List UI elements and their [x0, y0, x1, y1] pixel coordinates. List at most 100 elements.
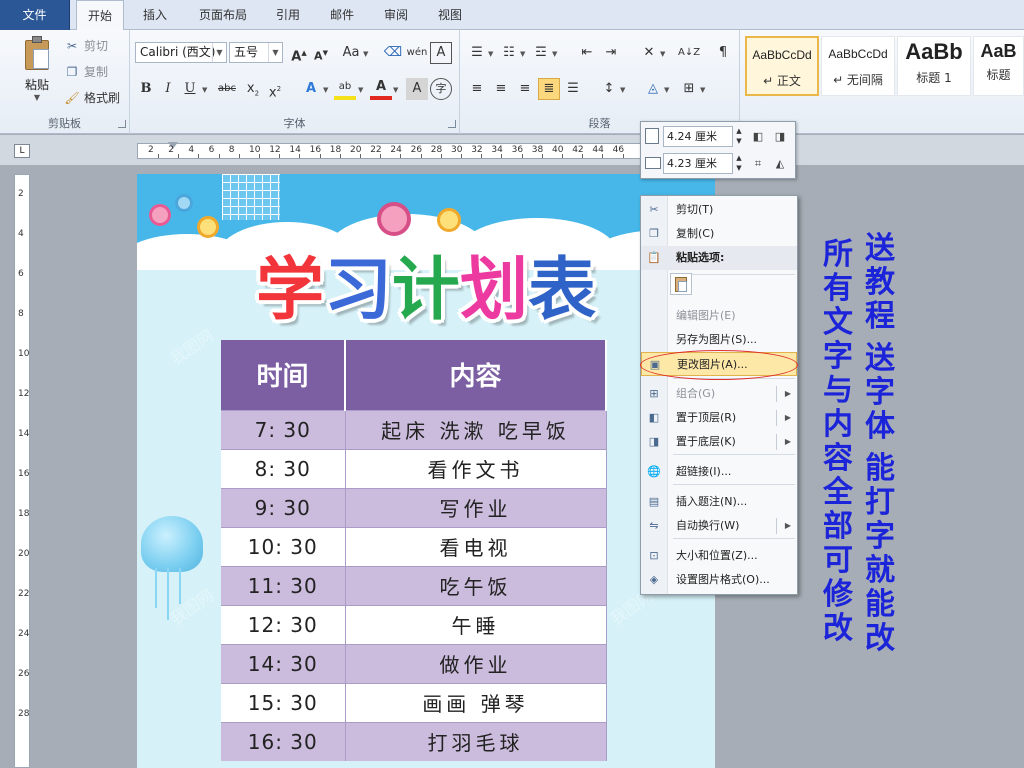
- menu-item[interactable]: ✂ 剪切(T): [641, 198, 797, 222]
- time-cell[interactable]: 10: 30: [221, 526, 346, 566]
- font-name-dropdown-icon[interactable]: ▼: [212, 43, 226, 62]
- shading-icon[interactable]: ◬: [642, 78, 664, 100]
- borders-dropdown-icon[interactable]: ▼: [700, 86, 705, 94]
- shape-width-field[interactable]: 4.23 厘米: [663, 153, 733, 174]
- tab-home[interactable]: 开始: [76, 0, 124, 31]
- font-color-icon[interactable]: A: [370, 78, 392, 100]
- clipboard-dialog-launcher-icon[interactable]: [118, 120, 126, 128]
- content-cell[interactable]: 做作业: [345, 643, 607, 683]
- menu-item[interactable]: ◨ 置于底层(K) ▶: [641, 430, 797, 454]
- time-cell[interactable]: 16: 30: [221, 721, 346, 761]
- character-border-icon[interactable]: A: [430, 42, 452, 64]
- cut-button[interactable]: ✂ 剪切: [64, 36, 108, 56]
- highlight-icon[interactable]: ab: [334, 78, 356, 100]
- tab-selector-button[interactable]: L: [14, 144, 30, 158]
- font-size-field[interactable]: 五号 ▼: [229, 42, 283, 63]
- time-cell[interactable]: 15: 30: [221, 682, 346, 722]
- copy-button[interactable]: ❐ 复制: [64, 62, 108, 82]
- format-painter-button[interactable]: 🖌 格式刷: [64, 88, 120, 108]
- change-case-button[interactable]: Aa: [340, 42, 362, 64]
- paste-dropdown-icon[interactable]: ▼: [14, 93, 60, 102]
- change-case-dropdown-icon[interactable]: ▼: [363, 50, 368, 58]
- bullets-dropdown-icon[interactable]: ▼: [488, 50, 493, 58]
- tab-view[interactable]: 视图: [428, 0, 472, 30]
- shape-height-field[interactable]: 4.24 厘米: [663, 126, 733, 147]
- time-cell[interactable]: 7: 30: [221, 409, 346, 449]
- table-row[interactable]: 11: 30 吃午饭: [221, 565, 607, 605]
- style-normal[interactable]: AaBbCcDd ↵ 正文: [745, 36, 819, 96]
- bring-forward-icon[interactable]: ◧: [749, 128, 767, 146]
- time-cell[interactable]: 11: 30: [221, 565, 346, 605]
- align-left-icon[interactable]: ≡: [466, 78, 488, 100]
- shading-dropdown-icon[interactable]: ▼: [664, 86, 669, 94]
- align-center-icon[interactable]: ≡: [490, 78, 512, 100]
- distributed-icon[interactable]: ☰: [562, 78, 584, 100]
- font-dialog-launcher-icon[interactable]: [448, 120, 456, 128]
- menu-item[interactable]: 编辑图片(E): [641, 304, 797, 328]
- line-spacing-dropdown-icon[interactable]: ▼: [620, 86, 625, 94]
- horizontal-ruler[interactable]: 2 2 4 6 8 10 12 14 16 18 20 22 24 26 28 30 32 34 36 38 40 42 4…: [137, 142, 645, 159]
- menu-item[interactable]: ⊞ 组合(G) ▶: [641, 382, 797, 406]
- menu-item[interactable]: ❐ 复制(C): [641, 222, 797, 246]
- chinese-layout-icon[interactable]: ✕: [638, 42, 660, 64]
- send-backward-icon[interactable]: ◨: [771, 128, 789, 146]
- crop-icon[interactable]: ⌗: [749, 155, 767, 173]
- italic-button[interactable]: I: [157, 78, 179, 100]
- enclose-characters-icon[interactable]: 字: [430, 78, 452, 100]
- align-right-icon[interactable]: ≡: [514, 78, 536, 100]
- study-plan-table[interactable]: 时间 内容 7: 30 起床 洗漱 吃早饭 8: 30 看作文书 9: 30 写作业 …: [221, 340, 607, 761]
- subscript-button[interactable]: x2: [242, 78, 264, 100]
- table-row[interactable]: 16: 30 打羽毛球: [221, 721, 607, 761]
- time-cell[interactable]: 14: 30: [221, 643, 346, 683]
- grow-font-button[interactable]: A▲: [288, 42, 310, 64]
- font-size-dropdown-icon[interactable]: ▼: [268, 43, 282, 62]
- tab-mailings[interactable]: 邮件: [320, 0, 364, 30]
- numbering-dropdown-icon[interactable]: ▼: [520, 50, 525, 58]
- bold-button[interactable]: B: [135, 78, 157, 100]
- sort-icon[interactable]: A↓Z: [678, 42, 700, 64]
- content-cell[interactable]: 画画 弹琴: [345, 682, 607, 722]
- borders-icon[interactable]: ⊞: [678, 78, 700, 100]
- content-cell[interactable]: 打羽毛球: [345, 721, 607, 761]
- tab-file[interactable]: 文件: [0, 0, 70, 30]
- width-spinner[interactable]: ▲ ▼: [734, 153, 744, 174]
- line-spacing-icon[interactable]: ↕: [598, 78, 620, 100]
- phonetic-guide-icon[interactable]: wén: [406, 42, 428, 64]
- table-row[interactable]: 7: 30 起床 洗漱 吃早饭: [221, 409, 607, 449]
- menu-item[interactable]: 🌐 超链接(I)...: [641, 460, 797, 484]
- shrink-font-button[interactable]: A▼: [310, 42, 332, 64]
- text-effects-dropdown-icon[interactable]: ▼: [323, 86, 328, 94]
- text-effects-icon[interactable]: A: [300, 78, 322, 100]
- clear-format-icon[interactable]: ⌫: [382, 42, 404, 64]
- style-heading-1[interactable]: AaBb 标题 1: [897, 36, 971, 96]
- tab-page-layout[interactable]: 页面布局: [186, 0, 260, 30]
- table-row[interactable]: 8: 30 看作文书: [221, 448, 607, 488]
- table-row[interactable]: 12: 30 午睡: [221, 604, 607, 644]
- superscript-button[interactable]: x2: [264, 78, 286, 100]
- bullets-icon[interactable]: ☰: [466, 42, 488, 64]
- decrease-indent-icon[interactable]: ⇤: [576, 42, 598, 64]
- shape-fill-icon[interactable]: ◭: [771, 155, 789, 173]
- font-name-field[interactable]: Calibri (西文) ▼: [135, 42, 227, 63]
- time-cell[interactable]: 9: 30: [221, 487, 346, 527]
- style-no-spacing[interactable]: AaBbCcDd ↵ 无间隔: [821, 36, 895, 96]
- content-cell[interactable]: 看电视: [345, 526, 607, 566]
- menu-item[interactable]: 另存为图片(S)...: [641, 328, 797, 352]
- multilevel-dropdown-icon[interactable]: ▼: [552, 50, 557, 58]
- table-row[interactable]: 15: 30 画画 弹琴: [221, 682, 607, 722]
- underline-dropdown-icon[interactable]: ▼: [202, 86, 207, 94]
- table-row[interactable]: 14: 30 做作业: [221, 643, 607, 683]
- table-row[interactable]: 9: 30 写作业: [221, 487, 607, 527]
- time-cell[interactable]: 8: 30: [221, 448, 346, 488]
- tab-review[interactable]: 审阅: [374, 0, 418, 30]
- content-cell[interactable]: 起床 洗漱 吃早饭: [345, 409, 607, 449]
- content-cell[interactable]: 午睡: [345, 604, 607, 644]
- paste-button[interactable]: 粘贴 ▼: [14, 36, 60, 114]
- menu-item[interactable]: ◈ 设置图片格式(O)...: [641, 568, 797, 592]
- content-cell[interactable]: 吃午饭: [345, 565, 607, 605]
- strikethrough-button[interactable]: abc: [216, 78, 238, 100]
- menu-item[interactable]: ◧ 置于顶层(R) ▶: [641, 406, 797, 430]
- document-page[interactable]: 学习计划表 时间 内容 7: 30 起床 洗漱 吃早饭 8: 30 看作文书 9: …: [137, 174, 715, 768]
- content-cell[interactable]: 写作业: [345, 487, 607, 527]
- tab-insert[interactable]: 插入: [132, 0, 178, 30]
